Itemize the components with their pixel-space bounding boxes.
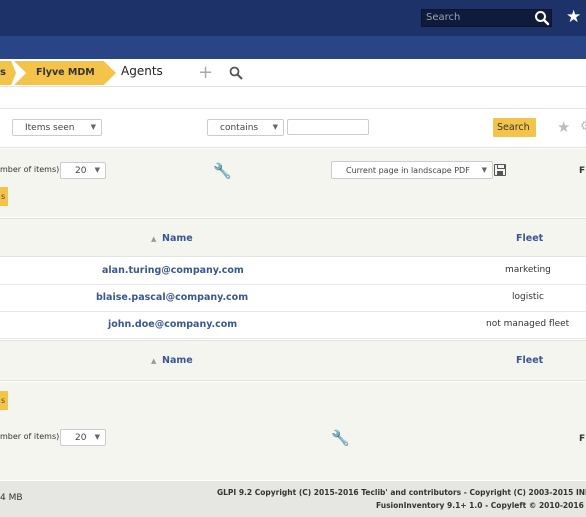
save-icon[interactable]: [494, 164, 506, 176]
table-row: john.doe@company.com not managed fleet: [0, 312, 586, 339]
table-footer-header: ▲ Name Fleet: [0, 340, 586, 381]
massive-actions-button[interactable]: s: [0, 391, 8, 410]
wrench-icon[interactable]: 🔧: [213, 162, 232, 180]
search-icon[interactable]: [229, 66, 243, 80]
breadcrumb-item-flyve-mdm[interactable]: Flyve MDM: [14, 61, 116, 85]
items-per-page-select[interactable]: 20 ▼: [60, 162, 106, 179]
table-header: ▲ Name Fleet: [0, 218, 586, 257]
pager-edge-text: F: [579, 434, 586, 444]
favorites-star-icon[interactable]: ★: [566, 7, 581, 27]
sort-asc-icon: ▲: [151, 235, 157, 243]
gear-icon[interactable]: ⚙: [580, 119, 586, 134]
search-icon[interactable]: [534, 10, 550, 26]
column-footer-fleet[interactable]: Fleet: [516, 355, 543, 366]
massive-actions-button[interactable]: s: [0, 187, 8, 206]
main-menu-band: [0, 36, 586, 59]
add-icon[interactable]: +: [198, 62, 213, 83]
pager-edge-text: F: [579, 166, 586, 176]
agent-name-link[interactable]: john.doe@company.com: [108, 319, 237, 330]
agent-name-link[interactable]: blaise.pascal@company.com: [96, 292, 248, 303]
fusioninventory-copyright[interactable]: FusionInventory 9.1+ 1.0 - Copyleft © 20…: [376, 501, 586, 510]
table-row: blaise.pascal@company.com logistic: [0, 285, 586, 312]
wrench-icon[interactable]: 🔧: [331, 429, 350, 447]
column-header-fleet[interactable]: Fleet: [516, 233, 543, 244]
table-row: alan.turing@company.com marketing: [0, 258, 586, 285]
pager-top-panel: [0, 149, 586, 217]
items-per-page-label: mber of items): [0, 432, 60, 441]
column-header-name[interactable]: Name: [162, 233, 193, 244]
column-footer-name[interactable]: Name: [162, 355, 193, 366]
memory-usage: 4 MB: [0, 493, 23, 503]
operator-select[interactable]: contains ▼: [207, 119, 284, 136]
search-value-input[interactable]: [287, 119, 369, 135]
search-button[interactable]: Search: [493, 118, 536, 137]
agent-name-link[interactable]: alan.turing@company.com: [102, 265, 244, 276]
field-select[interactable]: Items seen ▼: [12, 119, 102, 136]
sort-asc-icon: ▲: [151, 357, 157, 365]
export-select[interactable]: Current page in landscape PDF ▼: [331, 161, 493, 179]
page-footer: [0, 481, 586, 517]
agent-fleet: not managed fleet: [486, 319, 570, 329]
agent-fleet: logistic: [512, 292, 544, 302]
glpi-copyright[interactable]: GLPI 9.2 Copyright (C) 2015-2016 Teclib'…: [217, 488, 586, 497]
save-search-star-icon[interactable]: ★: [557, 118, 570, 136]
global-search-input[interactable]: Search: [421, 9, 552, 27]
items-per-page-select[interactable]: 20 ▼: [60, 429, 106, 446]
items-per-page-label: mber of items): [0, 165, 60, 174]
breadcrumb-item-agents[interactable]: Agents: [121, 64, 163, 78]
agent-fleet: marketing: [505, 265, 551, 275]
